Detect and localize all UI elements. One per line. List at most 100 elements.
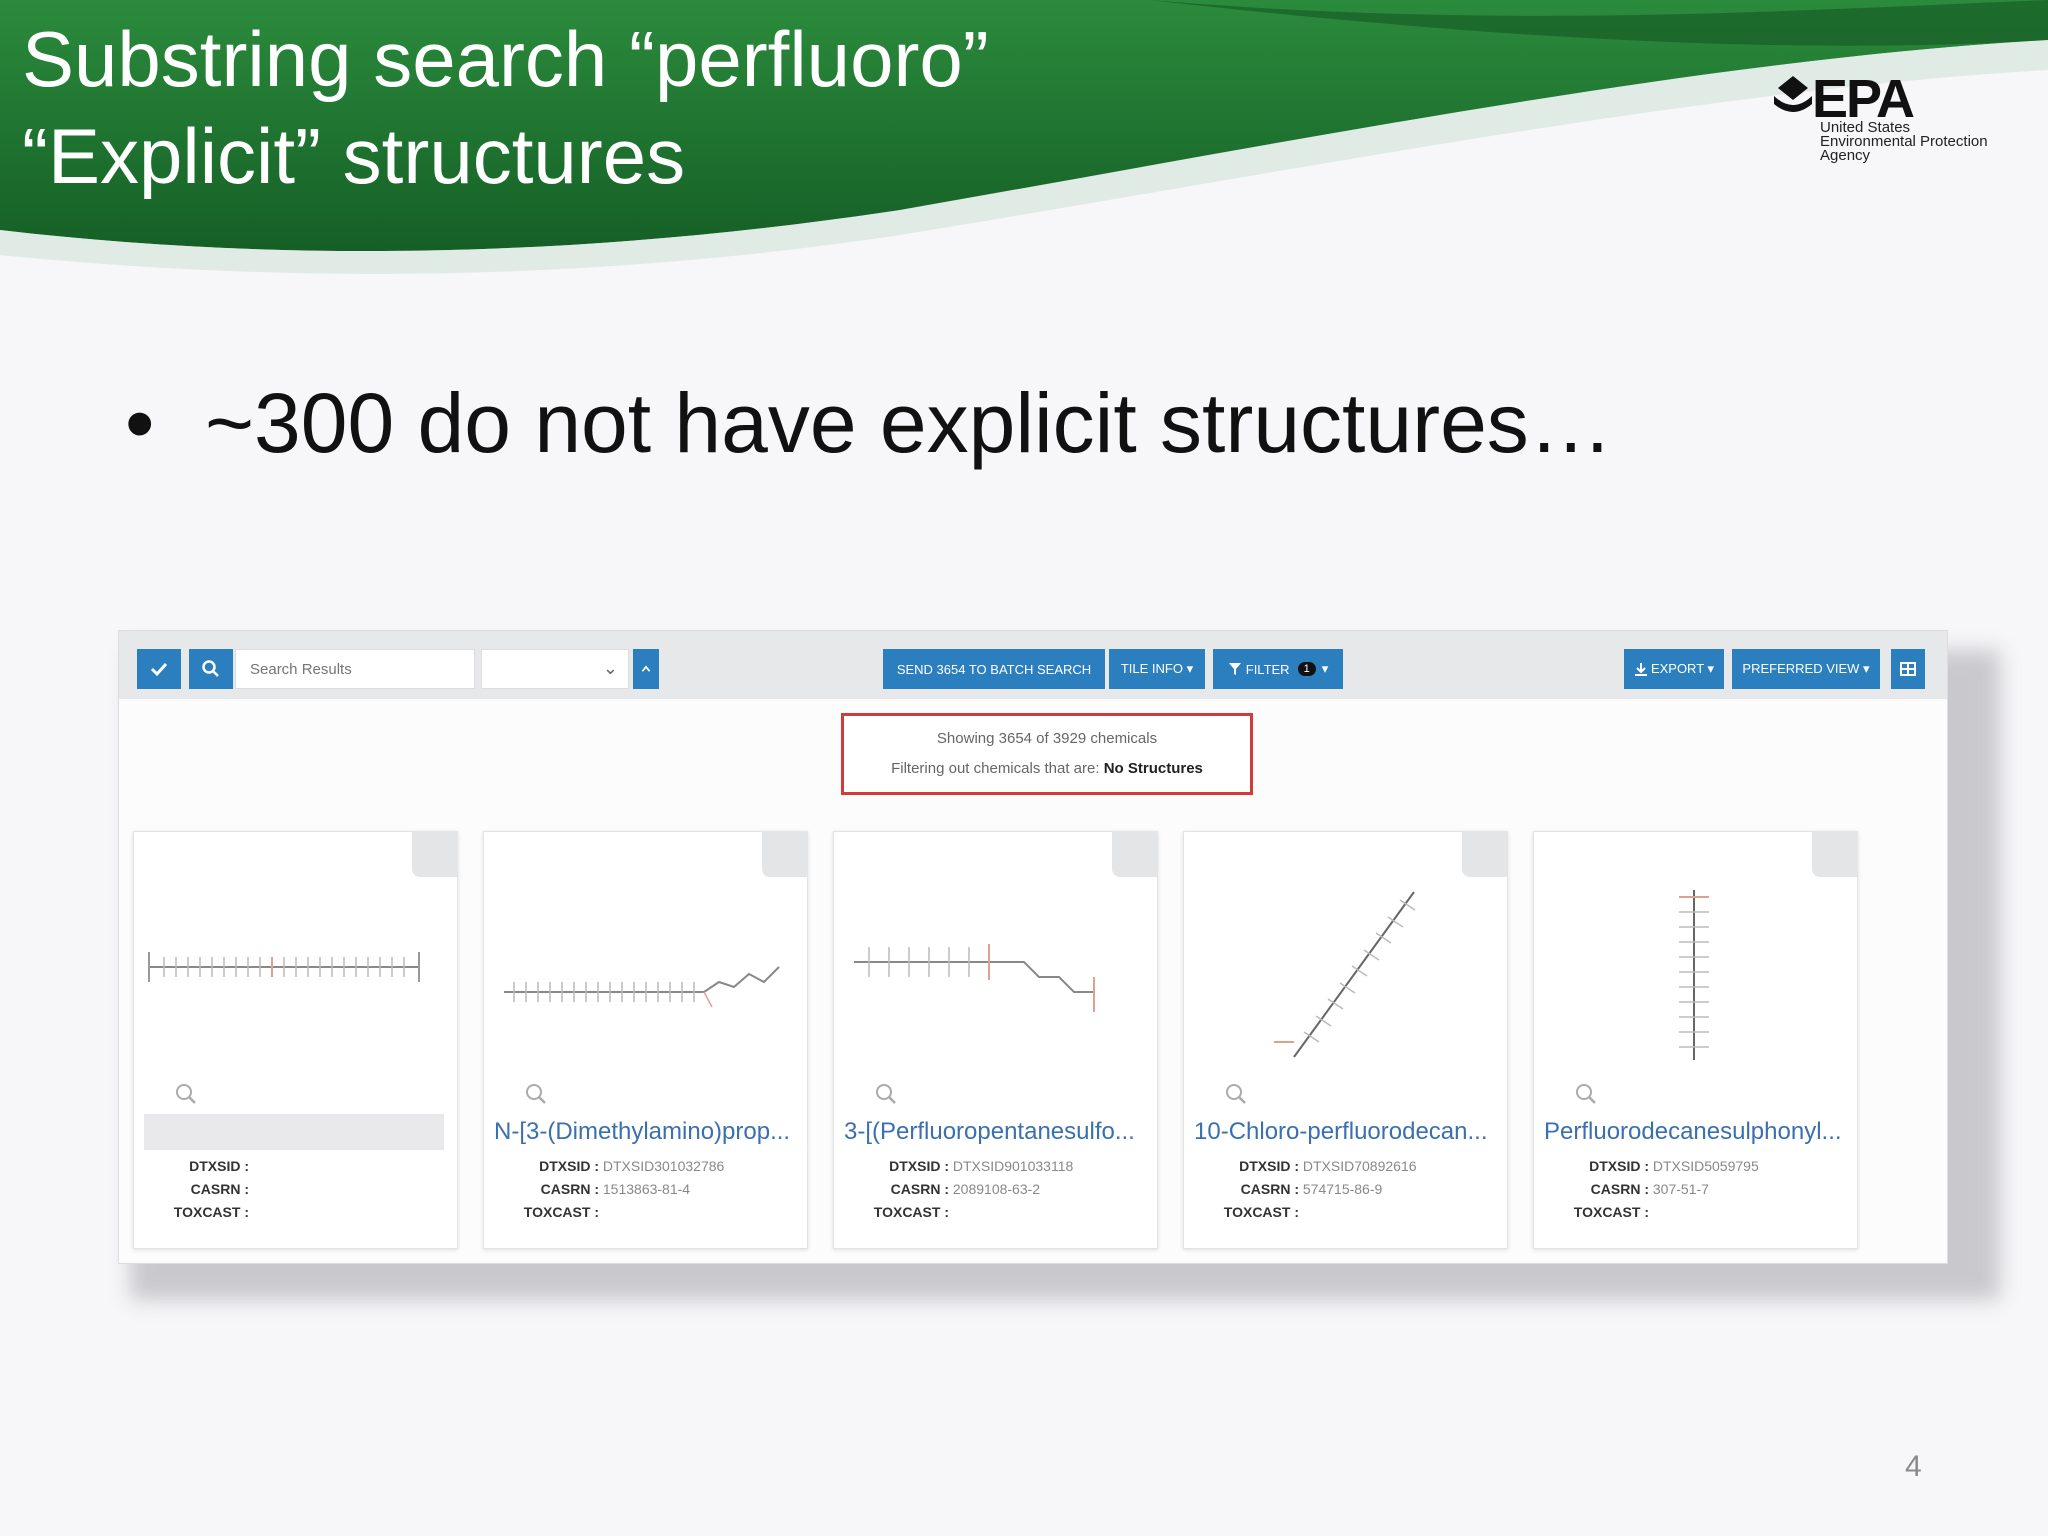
casrn-label: CASRN : [1590, 1181, 1649, 1197]
search-icon [202, 660, 219, 677]
filter-button[interactable]: FILTER 1 ▾ [1213, 649, 1343, 689]
casrn-value: 1513863-81-4 [602, 1181, 691, 1197]
search-field-select[interactable]: ⌄ [481, 649, 629, 689]
zoom-icon[interactable] [1224, 1082, 1248, 1106]
collapse-button[interactable] [633, 649, 659, 689]
grid-icon [1900, 662, 1916, 676]
filter-label: FILTER [1245, 661, 1290, 677]
dtxsid-row: DTXSID : DTXSID301032786 [494, 1158, 724, 1174]
send-to-batch-search-button[interactable]: SEND 3654 TO BATCH SEARCH [883, 649, 1105, 689]
bullet-dot-icon: • [125, 376, 155, 470]
zoom-icon[interactable] [1574, 1082, 1598, 1106]
chemical-name-link[interactable]: 3-[(Perfluoropentanesulfo... [844, 1114, 1144, 1150]
toxcast-label: TOXCAST : [523, 1204, 599, 1220]
structure-image [148, 952, 420, 982]
page-number: 4 [1905, 1450, 1922, 1483]
results-status-box: Showing 3654 of 3929 chemicals Filtering… [841, 713, 1253, 795]
casrn-value: 574715-86-9 [1302, 1181, 1383, 1197]
casrn-label: CASRN : [1240, 1181, 1299, 1197]
embedded-screenshot: ⌄ SEND 3654 TO BATCH SEARCH TILE INFO ▾ … [118, 630, 1948, 1264]
casrn-row: CASRN : 2089108-63-2 [844, 1181, 1040, 1197]
chemical-name-link[interactable] [144, 1114, 444, 1150]
bullet-point: • ~300 do not have explicit structures… [125, 375, 1613, 472]
casrn-value: 307-51-7 [1652, 1181, 1709, 1197]
casrn-label: CASRN : [190, 1181, 249, 1197]
results-toolbar: ⌄ SEND 3654 TO BATCH SEARCH TILE INFO ▾ … [119, 631, 1947, 699]
dtxsid-label: DTXSID : [539, 1158, 599, 1174]
dtxsid-value: DTXSID901033118 [952, 1158, 1074, 1174]
caret-down-icon: ▾ [1321, 661, 1329, 676]
structure-image [854, 944, 1095, 1012]
casrn-value: 2089108-63-2 [952, 1181, 1041, 1197]
zoom-icon[interactable] [174, 1082, 198, 1106]
toxcast-label: TOXCAST : [1223, 1204, 1299, 1220]
select-all-button[interactable] [137, 649, 181, 689]
chevron-down-icon: ⌄ [602, 658, 618, 678]
casrn-label: CASRN : [540, 1181, 599, 1197]
dtxsid-value: DTXSID5059795 [1652, 1158, 1759, 1174]
toxcast-row: TOXCAST : [1194, 1204, 1299, 1220]
toxcast-label: TOXCAST : [173, 1204, 249, 1220]
dtxsid-label: DTXSID : [889, 1158, 949, 1174]
structure-image [1274, 891, 1416, 1058]
chemical-name-link[interactable]: 10-Chloro-perfluorodecan... [1194, 1114, 1494, 1150]
slide-title-line1: Substring search “perfluoro” [22, 15, 989, 103]
preferred-view-button[interactable]: PREFERRED VIEW ▾ [1732, 649, 1880, 689]
card-select-checkbox[interactable] [762, 831, 808, 877]
download-icon [1634, 663, 1647, 676]
grid-view-button[interactable] [1891, 649, 1925, 689]
dtxsid-row: DTXSID : [144, 1158, 249, 1174]
search-button[interactable] [189, 649, 233, 689]
slide-title-line2: “Explicit” structures [22, 112, 686, 200]
dtxsid-row: DTXSID : DTXSID5059795 [1544, 1158, 1759, 1174]
casrn-label: CASRN : [890, 1181, 949, 1197]
tile-info-button[interactable]: TILE INFO ▾ [1109, 649, 1205, 689]
export-button[interactable]: EXPORT ▾ [1624, 649, 1724, 689]
toxcast-row: TOXCAST : [144, 1204, 249, 1220]
chemical-name-link[interactable]: Perfluorodecanesulphonyl... [1544, 1114, 1844, 1150]
filter-description-value: No Structures [1103, 760, 1203, 777]
casrn-row: CASRN : [144, 1181, 249, 1197]
toxcast-label: TOXCAST : [873, 1204, 949, 1220]
filter-description: Filtering out chemicals that are: No Str… [844, 760, 1250, 777]
dtxsid-label: DTXSID : [1239, 1158, 1299, 1174]
showing-count-text: Showing 3654 of 3929 chemicals [936, 730, 1158, 747]
dtxsid-value: DTXSID301032786 [602, 1158, 725, 1174]
bullet-text: ~300 do not have explicit structures… [205, 376, 1613, 470]
chevron-up-icon [641, 665, 651, 672]
dtxsid-value: DTXSID70892616 [1302, 1158, 1417, 1174]
structure-image [1679, 890, 1709, 1060]
card-select-checkbox[interactable] [1112, 831, 1158, 877]
export-label: EXPORT ▾ [1650, 661, 1715, 676]
card-select-checkbox[interactable] [1812, 831, 1858, 877]
card-select-checkbox[interactable] [412, 831, 458, 877]
card-select-checkbox[interactable] [1462, 831, 1508, 877]
filter-description-prefix: Filtering out chemicals that are: [891, 760, 1100, 777]
chemical-card[interactable]: Perfluorodecanesulphonyl... DTXSID : DTX… [1533, 831, 1858, 1249]
filter-count-badge: 1 [1297, 662, 1316, 676]
toxcast-label: TOXCAST : [1573, 1204, 1649, 1220]
zoom-icon[interactable] [874, 1082, 898, 1106]
casrn-row: CASRN : 574715-86-9 [1194, 1181, 1383, 1197]
check-icon [150, 662, 168, 677]
dtxsid-row: DTXSID : DTXSID901033118 [844, 1158, 1073, 1174]
chemical-name-link[interactable]: N-[3-(Dimethylamino)prop... [494, 1114, 794, 1150]
chemical-card[interactable]: N-[3-(Dimethylamino)prop... DTXSID : DTX… [483, 831, 808, 1249]
dtxsid-row: DTXSID : DTXSID70892616 [1194, 1158, 1417, 1174]
dtxsid-label: DTXSID : [189, 1158, 249, 1174]
epa-logo: EPA United States Environmental Protecti… [1768, 69, 2008, 165]
toxcast-row: TOXCAST : [1544, 1204, 1649, 1220]
epa-sub-line3: Agency [1820, 147, 1871, 164]
casrn-row: CASRN : 307-51-7 [1544, 1181, 1709, 1197]
filter-icon [1228, 663, 1241, 675]
toxcast-row: TOXCAST : [494, 1204, 599, 1220]
search-results-input[interactable] [235, 649, 475, 689]
chemical-card[interactable]: 10-Chloro-perfluorodecan... DTXSID : DTX… [1183, 831, 1508, 1249]
chemical-card[interactable]: 3-[(Perfluoropentanesulfo... DTXSID : DT… [833, 831, 1158, 1249]
dtxsid-label: DTXSID : [1589, 1158, 1649, 1174]
toxcast-row: TOXCAST : [844, 1204, 949, 1220]
structure-image [504, 966, 780, 1008]
chemical-card[interactable]: DTXSID : CASRN : TOXCAST : [133, 831, 458, 1249]
zoom-icon[interactable] [524, 1082, 548, 1106]
casrn-row: CASRN : 1513863-81-4 [494, 1181, 690, 1197]
